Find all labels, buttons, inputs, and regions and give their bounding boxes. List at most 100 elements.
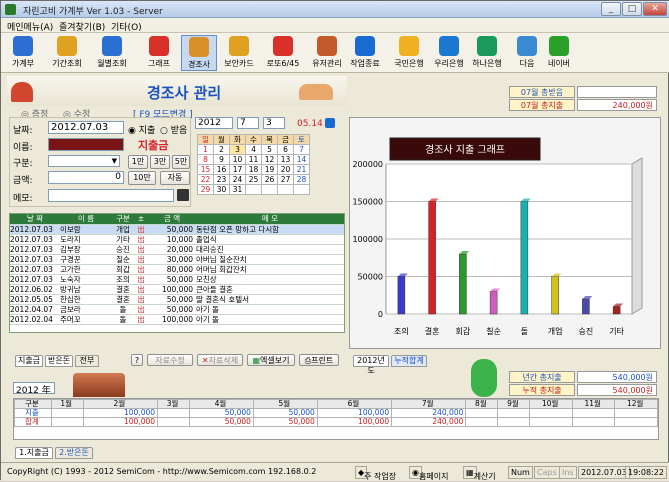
toolbar-button-8[interactable]: 작업종료	[347, 35, 383, 71]
toolbar-button-9[interactable]: 국민은행	[391, 35, 427, 71]
list-row[interactable]: 2012.07.03 구경꾼 칠순 出 30,000 아버님 칠순잔치	[10, 254, 344, 265]
calendar-day[interactable]: 9	[213, 154, 230, 165]
maximize-button[interactable]: □	[622, 2, 642, 16]
menu-favorites[interactable]: 즐겨찾기(B)	[59, 20, 105, 33]
menu-etc[interactable]: 기타(O)	[111, 20, 142, 33]
toolbar-button-10[interactable]: 우리은행	[431, 35, 467, 71]
calendar-day[interactable]: 17	[229, 164, 246, 175]
sheet-tab-spend[interactable]: 1.지출금	[15, 447, 53, 459]
list-row[interactable]: 2012.06.02 방귀남 결혼 出 100,000 큰아들 결혼	[10, 284, 344, 295]
calendar-nav-icon[interactable]	[325, 118, 335, 128]
calendar-day[interactable]: 26	[261, 174, 278, 185]
list-header[interactable]: 메 모	[196, 214, 344, 225]
calendar-day[interactable]: 10	[229, 154, 246, 165]
print-button[interactable]: ⎙프린트	[299, 354, 339, 366]
toolbar-button-3[interactable]: 그래프	[141, 35, 177, 71]
calendar-day[interactable]	[261, 184, 278, 195]
tab-spend[interactable]: 지출금	[15, 355, 43, 367]
toolbar-button-1[interactable]: 기간조회	[49, 35, 85, 71]
calendar-day[interactable]: 21	[293, 164, 310, 175]
list-row[interactable]: 2012.07.03 이보람 개업 出 50,000 동탄점 오픈 망하고 다시함	[10, 224, 344, 235]
tab-all[interactable]: 전부	[75, 355, 99, 367]
category-select[interactable]: ▼	[48, 155, 120, 167]
tab-year[interactable]: 2012년도	[353, 355, 389, 375]
calendar-day[interactable]: 29	[197, 184, 214, 195]
menu-main[interactable]: 메인메뉴(A)	[7, 20, 53, 33]
calendar-day[interactable]: 22	[197, 174, 214, 185]
edit-record-button[interactable]: 자료수정	[147, 354, 193, 366]
btn-auto[interactable]: 자동	[160, 171, 190, 185]
toolbar-button-13[interactable]: 네이버	[541, 35, 577, 71]
month-select[interactable]: 7	[237, 117, 259, 129]
list-header[interactable]: ±	[134, 214, 148, 225]
calendar-day[interactable]: 12	[261, 154, 278, 165]
toolbar-button-7[interactable]: 유저관리	[309, 35, 345, 71]
monthly-row[interactable]: 합계 100,000 50,000 50,000 100,000 240,000	[14, 417, 658, 427]
toolbar-button-12[interactable]: 다음	[509, 35, 545, 71]
calendar-day[interactable]: 16	[213, 164, 230, 175]
calendar-day[interactable]: 30	[213, 184, 230, 195]
list-row[interactable]: 2012.07.03 김부장 승진 出 20,000 대리승진	[10, 244, 344, 255]
calculator-button[interactable]: ▦ 계산기	[463, 466, 496, 481]
calendar-day[interactable]: 14	[293, 154, 310, 165]
delete-record-button[interactable]: ✕자료삭제	[197, 354, 243, 366]
list-header[interactable]: 이 름	[60, 214, 112, 225]
year-dropdown[interactable]: 2012 年	[13, 382, 55, 396]
calendar-day[interactable]: 23	[213, 174, 230, 185]
list-header[interactable]: 금 액	[148, 214, 196, 225]
calendar-day[interactable]: 2	[213, 144, 230, 155]
calendar-day[interactable]: 1	[197, 144, 214, 155]
workplace-button[interactable]: ◆ 주 작업장	[355, 466, 396, 481]
homepage-button[interactable]: ◉ 홈페이지	[409, 466, 448, 481]
help-button[interactable]: ?	[131, 354, 143, 366]
toolbar-button-6[interactable]: 로또6/45	[265, 35, 301, 71]
monthly-row[interactable]: 지출 100,000 50,000 50,000 100,000 240,000	[14, 408, 658, 418]
calendar-day[interactable]: 31	[229, 184, 246, 195]
calendar-day[interactable]	[293, 184, 310, 195]
save-icon[interactable]	[177, 189, 189, 201]
list-row[interactable]: 2012.04.07 금보라 돌 出 50,000 아기 돌	[10, 304, 344, 315]
calendar-day[interactable]: 20	[277, 164, 294, 175]
calendar-day[interactable]: 24	[229, 174, 246, 185]
calendar-day[interactable]: 8	[197, 154, 214, 165]
minimize-button[interactable]: _	[601, 2, 621, 16]
day-select[interactable]: 3	[263, 117, 285, 129]
amount-field[interactable]: 0	[48, 171, 124, 184]
list-row[interactable]: 2012.02.04 주머꼬 돌 出 100,000 아기 돌	[10, 314, 344, 325]
tab-receive[interactable]: 받은돈	[45, 355, 73, 367]
radio-get[interactable]: ○ 받음	[160, 123, 187, 136]
list-row[interactable]: 2012.07.03 고가한 회갑 出 80,000 어머님 회갑잔치	[10, 264, 344, 275]
calendar-day[interactable]: 18	[245, 164, 262, 175]
toolbar-button-5[interactable]: 보안카드	[221, 35, 257, 71]
calendar-day[interactable]: 15	[197, 164, 214, 175]
list-row[interactable]: 2012.07.03 노숙자 조의 出 50,000 모친상	[10, 274, 344, 285]
sheet-tab-receive[interactable]: 2.받은돈	[55, 447, 93, 459]
calendar-day[interactable]: 5	[261, 144, 278, 155]
calendar-day[interactable]: 3	[229, 144, 246, 155]
calendar-day[interactable]: 19	[261, 164, 278, 175]
calendar-day[interactable]	[245, 184, 262, 195]
calendar-day[interactable]: 27	[277, 174, 294, 185]
btn-50k[interactable]: 5만	[172, 155, 190, 169]
toolbar-button-0[interactable]: 가계부	[5, 35, 41, 71]
close-button[interactable]: ✕	[643, 2, 667, 16]
calendar-day[interactable]: 13	[277, 154, 294, 165]
name-field[interactable]	[48, 138, 124, 151]
toolbar-button-11[interactable]: 하나은행	[469, 35, 505, 71]
memo-field[interactable]	[48, 189, 174, 202]
btn-10k[interactable]: 1만	[128, 155, 148, 169]
date-field[interactable]: 2012.07.03	[48, 121, 124, 134]
list-header[interactable]: 날 짜	[10, 214, 60, 225]
calendar-day[interactable]: 4	[245, 144, 262, 155]
btn-100k[interactable]: 10만	[128, 171, 156, 185]
toolbar-button-4[interactable]: 경조사	[181, 35, 217, 71]
radio-spend[interactable]: ◉ 지출	[128, 123, 155, 136]
calendar-day[interactable]	[277, 184, 294, 195]
excel-view-button[interactable]: ▦엑셀보기	[247, 354, 295, 366]
year-select[interactable]: 2012	[195, 117, 233, 129]
calendar-day[interactable]: 25	[245, 174, 262, 185]
list-row[interactable]: 2012.07.03 도라지 기타 出 10,000 졸업식	[10, 234, 344, 245]
list-row[interactable]: 2012.05.05 한심한 결혼 出 50,000 딸 결혼식 호텔서	[10, 294, 344, 305]
toolbar-button-2[interactable]: 월별조회	[94, 35, 130, 71]
calendar-day[interactable]: 11	[245, 154, 262, 165]
